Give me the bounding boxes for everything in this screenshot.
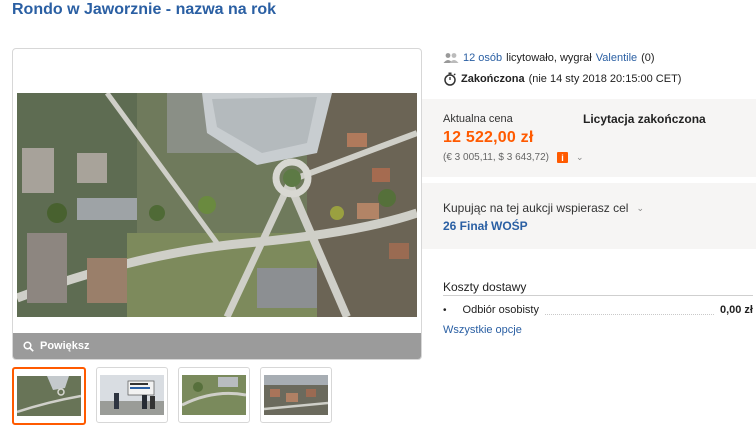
- shipping-method: Odbiór osobisty: [462, 304, 539, 316]
- auction-ended-label: Licytacja zakończona: [583, 112, 706, 126]
- winner-score: (0): [641, 52, 655, 64]
- image-gallery: Powiększ: [12, 48, 422, 360]
- page-title: Rondo w Jaworznie - nazwa na rok: [12, 1, 277, 18]
- bid-text: licytowało, wygrał: [506, 52, 592, 64]
- chevron-down-icon[interactable]: ⌄: [636, 203, 644, 214]
- stopwatch-icon: [444, 72, 456, 86]
- price-label: Aktualna cena: [443, 113, 513, 125]
- people-icon: [443, 53, 459, 63]
- thumbnail-image: [264, 375, 328, 415]
- aerial-photo: [17, 93, 417, 317]
- info-icon[interactable]: i: [557, 152, 569, 163]
- charity-panel: Kupując na tej aukcji wspierasz cel ⌄ 26…: [422, 183, 756, 249]
- status-row: Zakończona (nie 14 sty 2018 20:15:00 CET…: [443, 70, 756, 88]
- price-panel: Aktualna cena Licytacja zakończona 12 52…: [422, 99, 756, 177]
- price-conversion: (€ 3 005,11, $ 3 643,72) i ⌄: [443, 152, 584, 163]
- thumbnail-image: [100, 375, 164, 415]
- charity-name-link[interactable]: 26 Finał WOŚP: [443, 219, 528, 233]
- charity-row: Kupując na tej aukcji wspierasz cel ⌄: [443, 201, 644, 215]
- zoom-label: Powiększ: [40, 340, 90, 352]
- shipping-divider: [443, 295, 753, 296]
- thumbnail-image: [17, 376, 81, 416]
- magnifier-icon: [23, 340, 34, 352]
- charity-text: Kupując na tej aukcji wspierasz cel: [443, 201, 629, 215]
- thumbnail-sign-ceremony[interactable]: [96, 367, 168, 423]
- thumbnail-aerial-roundabout[interactable]: [12, 367, 86, 425]
- zoom-button[interactable]: Powiększ: [13, 333, 421, 359]
- thumbnail-image: [182, 375, 246, 415]
- chevron-down-icon[interactable]: ⌄: [576, 152, 584, 163]
- shipping-row: • Odbiór osobisty 0,00 zł: [443, 304, 753, 316]
- bullet-icon: •: [443, 304, 447, 316]
- auction-status: Zakończona: [461, 73, 525, 85]
- shipping-cost: 0,00 zł: [719, 304, 753, 316]
- thumbnail-strip: [12, 367, 332, 425]
- main-photo-aerial-roundabout[interactable]: [17, 93, 417, 317]
- bidders-count-link[interactable]: 12 osób: [463, 52, 502, 64]
- bidders-row: 12 osób licytowało, wygrał Valentile (0): [443, 49, 756, 67]
- auction-info: 12 osób licytowało, wygrał Valentile (0)…: [443, 48, 756, 88]
- dotted-leader: [544, 306, 714, 315]
- thumbnail-aerial-road[interactable]: [178, 367, 250, 423]
- conversion-text: (€ 3 005,11, $ 3 643,72): [443, 152, 550, 163]
- thumbnail-aerial-town[interactable]: [260, 367, 332, 423]
- auction-end-date: (nie 14 sty 2018 20:15:00 CET): [528, 73, 682, 85]
- shipping-title: Koszty dostawy: [443, 280, 527, 294]
- winner-link[interactable]: Valentile: [596, 52, 637, 64]
- all-options-link[interactable]: Wszystkie opcje: [443, 324, 522, 336]
- current-price: 12 522,00 zł: [443, 129, 534, 146]
